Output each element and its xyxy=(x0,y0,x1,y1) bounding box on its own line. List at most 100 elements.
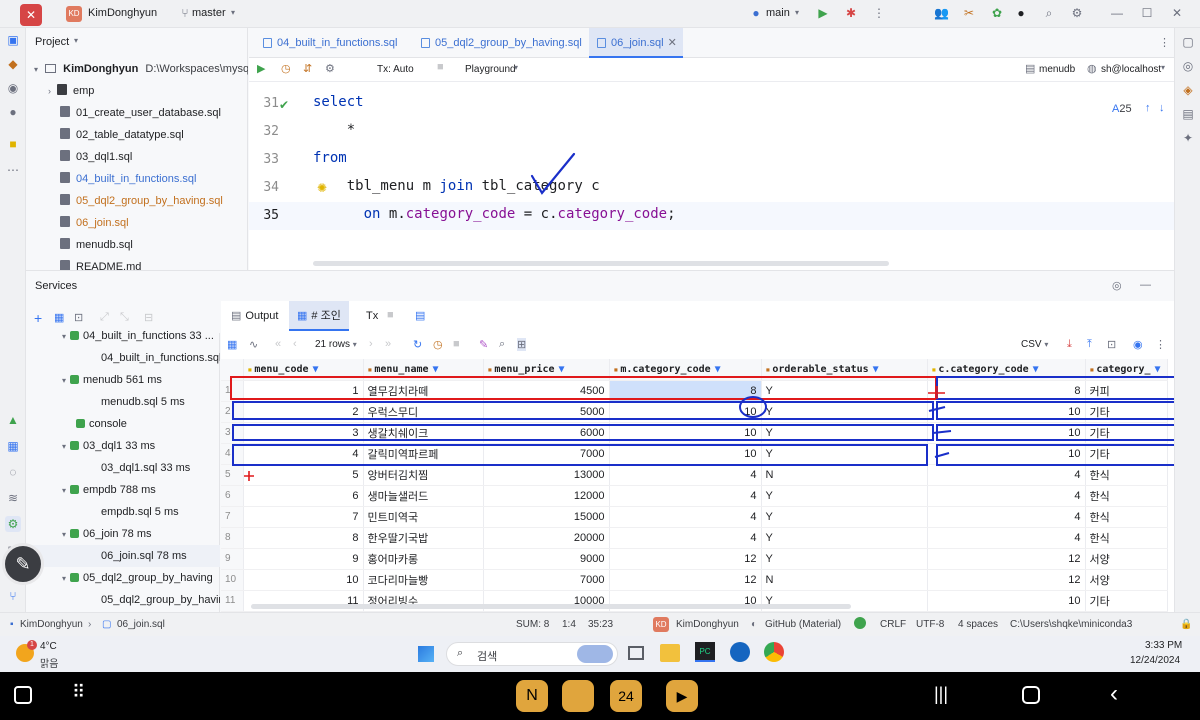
service-tree-item[interactable]: 04_built_in_functions.sql xyxy=(26,347,220,369)
coverage-icon[interactable]: ▤ xyxy=(1180,106,1196,122)
close-icon[interactable]: ✕ xyxy=(1170,6,1184,20)
copilot-icon[interactable]: ✦ xyxy=(1180,130,1196,146)
bulb-icon[interactable]: ✺ xyxy=(317,181,327,195)
explain-icon[interactable]: ⇵ xyxy=(303,62,312,75)
project-name[interactable]: KimDonghyun xyxy=(88,7,157,19)
service-tree-item[interactable]: ▾ empdb 788 ms xyxy=(26,479,220,501)
arrow-up-icon[interactable]: ↑ xyxy=(1145,102,1151,114)
windows-start-icon[interactable] xyxy=(418,646,434,662)
history-icon[interactable]: ◌ xyxy=(5,464,21,480)
wrench-icon[interactable]: ✂ xyxy=(962,6,976,20)
maximize-icon[interactable]: ☐ xyxy=(1140,6,1154,20)
plugin-icon[interactable]: ✿ xyxy=(990,6,1004,20)
service-tree-item[interactable]: ▾ 06_join 78 ms xyxy=(26,523,220,545)
project-tool-icon[interactable]: ▣ xyxy=(5,32,21,48)
lock-icon[interactable]: 🔒 xyxy=(1180,619,1192,630)
collapse-icon[interactable]: ⤡ xyxy=(120,311,129,324)
project-file-item[interactable]: menudb.sql xyxy=(26,234,248,256)
bookmarks-icon[interactable]: ■ xyxy=(5,136,21,152)
service-tree-item[interactable]: console xyxy=(26,413,220,435)
cursor-position[interactable]: 35:23 xyxy=(588,619,613,630)
close-tab-icon[interactable]: ✕ xyxy=(668,37,677,49)
pen-tool-button[interactable]: ✎ xyxy=(2,543,44,585)
history-icon[interactable]: ◷ xyxy=(281,62,291,75)
project-file-item[interactable]: 06_join.sql xyxy=(26,212,248,234)
search-icon[interactable]: ⌕ xyxy=(1042,6,1056,20)
service-tree-item[interactable]: menudb.sql 5 ms xyxy=(26,391,220,413)
weather-temp[interactable]: 4°C xyxy=(40,641,57,652)
more-icon[interactable]: ⋮ xyxy=(872,6,886,20)
run-icon[interactable]: ▶ xyxy=(816,6,830,20)
project-file-item[interactable]: 04_built_in_functions.sql xyxy=(26,168,248,190)
tx-mode[interactable]: Tx: Auto xyxy=(377,64,414,75)
github-icon[interactable]: ● xyxy=(5,104,21,120)
layout-icon[interactable]: ⊡ xyxy=(74,311,83,324)
commit-icon[interactable]: ◆ xyxy=(5,56,21,72)
run-config[interactable]: main xyxy=(766,7,790,19)
layers-icon[interactable]: ≋ xyxy=(5,490,21,506)
taskbar-search[interactable]: ⌕ 검색 xyxy=(446,642,618,666)
code-line[interactable]: * xyxy=(313,122,355,138)
expand-icon[interactable]: ⤢ xyxy=(100,311,109,324)
indent[interactable]: 4 spaces xyxy=(958,619,998,630)
group-icon[interactable]: ▦ xyxy=(54,311,64,324)
project-file-item[interactable]: › emp xyxy=(26,80,248,102)
schema-select[interactable]: menudb xyxy=(1039,64,1075,75)
line-ending[interactable]: CRLF xyxy=(880,619,906,630)
services-active-icon[interactable]: ⚙ xyxy=(5,516,21,532)
selection-position[interactable]: 1:4 xyxy=(562,619,576,630)
recent-apps-icon[interactable]: ||| xyxy=(934,684,948,705)
service-tree-item[interactable]: empdb.sql 5 ms xyxy=(26,501,220,523)
back-icon[interactable]: ‹ xyxy=(1110,680,1118,708)
branch-name[interactable]: master xyxy=(192,7,226,19)
add-icon[interactable]: + xyxy=(34,311,42,325)
arrow-down-icon[interactable]: ↓ xyxy=(1159,102,1165,114)
whale-app-icon[interactable] xyxy=(562,680,594,712)
calendar-app-icon[interactable]: 24 xyxy=(610,680,642,712)
excel-icon[interactable]: ▦ xyxy=(5,438,21,454)
interpreter[interactable]: C:\Users\shqke\miniconda3 xyxy=(1010,619,1132,630)
record-icon[interactable]: ● xyxy=(1014,6,1028,20)
apps-grid-icon[interactable]: ⠿ xyxy=(72,682,85,703)
database-icon[interactable]: ◎ xyxy=(1180,58,1196,74)
more-tabs-icon[interactable]: ⋮ xyxy=(1159,36,1170,49)
target-icon[interactable]: ◎ xyxy=(1112,279,1122,292)
notion-app-icon[interactable]: N xyxy=(516,680,548,712)
filter-icon[interactable]: ⊟ xyxy=(144,311,153,324)
debug-icon[interactable]: ✱ xyxy=(844,6,858,20)
home-icon[interactable] xyxy=(1022,686,1040,704)
project-panel-title[interactable]: Project xyxy=(35,36,69,48)
user-name[interactable]: KimDonghyun xyxy=(676,619,739,630)
project-badge[interactable]: KD xyxy=(66,6,82,22)
project-file-item[interactable]: 03_dql1.sql xyxy=(26,146,248,168)
service-tree-item[interactable]: 05_dql2_group_by_havin... xyxy=(26,589,220,611)
service-tree-item[interactable]: ▾ 04_built_in_functions 33 ... xyxy=(26,325,220,347)
selection-sum[interactable]: SUM: 8 xyxy=(516,619,549,630)
project-file-item[interactable]: 02_table_datatype.sql xyxy=(26,124,248,146)
task-view-icon[interactable] xyxy=(628,646,644,660)
settings-icon[interactable]: ⚙ xyxy=(325,62,335,75)
git-icon[interactable]: ⑂ xyxy=(5,588,21,604)
editor-scrollbar[interactable] xyxy=(313,261,889,266)
clock-date[interactable]: 12/24/2024 xyxy=(1130,655,1180,666)
encoding[interactable]: UTF-8 xyxy=(916,619,944,630)
tab-04-built-in-functions[interactable]: 04_built_in_functions.sql xyxy=(255,28,407,58)
clock-time[interactable]: 3:33 PM xyxy=(1145,640,1182,651)
stop-icon[interactable]: ■ xyxy=(437,61,444,73)
chrome-icon[interactable] xyxy=(764,642,784,662)
service-tree-item[interactable]: ▾ menudb 561 ms xyxy=(26,369,220,391)
code-line[interactable]: select xyxy=(313,94,364,110)
execute-icon[interactable]: ▶ xyxy=(257,62,265,75)
tab-05-dql2[interactable]: 05_dql2_group_by_having.sql xyxy=(413,28,593,58)
minimize-icon[interactable]: — xyxy=(1110,6,1124,20)
file-explorer-icon[interactable] xyxy=(660,644,680,662)
ai-assistant-icon[interactable]: ◈ xyxy=(1180,82,1196,98)
youtube-app-icon[interactable]: ▶ xyxy=(666,680,698,712)
playground-select[interactable]: Playground xyxy=(465,64,516,75)
minimize-panel-icon[interactable]: — xyxy=(1140,279,1151,291)
breadcrumb-file[interactable]: 06_join.sql xyxy=(117,619,165,630)
code-line[interactable]: on m.category_code = c.category_code; xyxy=(313,206,676,222)
services-tool-icon[interactable]: ▲ xyxy=(5,412,21,428)
settings-icon[interactable]: ⚙ xyxy=(1070,6,1084,20)
service-tree-item[interactable]: 06_join.sql 78 ms xyxy=(26,545,220,567)
